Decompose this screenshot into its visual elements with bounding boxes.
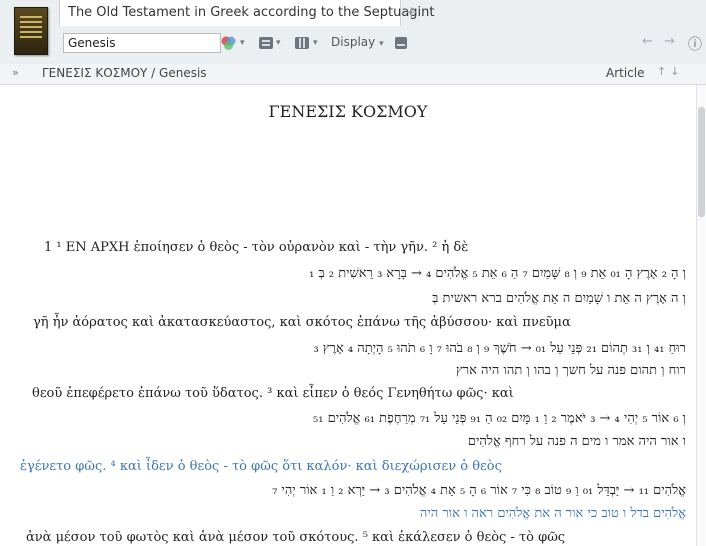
- article-selector[interactable]: Article: [606, 66, 645, 80]
- article-nav-arrows[interactable]: ↑↓: [657, 65, 683, 78]
- title-bar: The Old Testament in Greek according to …: [0, 0, 706, 65]
- page-title: ΓΕΝΕΣΙΣ ΚΟΣΜΟΥ: [268, 102, 428, 121]
- back-arrow-icon[interactable]: ←: [642, 34, 653, 49]
- hebrew-lemma-line-2: רוח וְ תהום פנה על חשך וְ בהו וְ תהו היה…: [455, 363, 686, 378]
- parallel-resources-icon[interactable]: [258, 35, 274, 51]
- hebrew-lemma-line-1: וְ ה אָרֶץ ה אֵת ו שָׁמַיִם ה אֵת אֱלֹהִ…: [432, 291, 686, 306]
- display-label: Display: [331, 35, 376, 49]
- tab-septuagint[interactable]: The Old Testament in Greek according to …: [59, 0, 434, 26]
- greek-line-3: θεοῦ ἐπεφέρετο ἐπάνω τοῦ ὕδατος. ³ καὶ ε…: [32, 386, 514, 401]
- hebrew-line-1: וְ הָ ₂ אָרֶץ הָ ₁₀ אֵת ₉ וְ ₈ שָּׁמַיִם…: [309, 266, 686, 281]
- greek-line-4: ἐγένετο φῶς. ⁴ καὶ ἶδεν ὁ θεὸς - τὸ φῶς …: [20, 459, 502, 474]
- expand-chevron-icon[interactable]: »: [12, 66, 19, 79]
- reference-input[interactable]: Genesis: [63, 33, 221, 53]
- hebrew-line-4: אֱלֹהִים ₁₁ → יַּבְדֵּל ₁₀ וַ ₉ טוֹב ₈ כ…: [272, 483, 686, 498]
- greek-line-1: 1 ¹ ΕΝ ΑΡΧΗ ἐποίησεν ὁ θεὸς - τὸν οὐρανὸ…: [44, 240, 469, 255]
- hebrew-line-3: וְ ₆ אוֹר ₅ יְהִי ₄ → ₃ יֹּאמֶר ₂ וַ ₁ מ…: [313, 411, 686, 426]
- hebrew-lemma-line-4: אֱלֹהִים בדל ו טוב כי אור ה את אֱלֹהִים …: [419, 506, 686, 521]
- visual-filters-icon[interactable]: [220, 35, 238, 51]
- scrollbar-thumb[interactable]: [698, 107, 705, 217]
- display-menu[interactable]: Display ▾: [331, 35, 384, 49]
- book-cover-icon[interactable]: [14, 7, 48, 55]
- chevron-down-icon[interactable]: ▾: [313, 38, 318, 48]
- notes-icon[interactable]: [394, 35, 408, 51]
- add-tab-button[interactable]: +: [405, 3, 418, 21]
- tab-title: The Old Testament in Greek according to …: [68, 5, 435, 20]
- layout-columns-icon[interactable]: [294, 35, 310, 51]
- hebrew-lemma-line-3: ו אור היה אמר ו מים ה פנה על רחף אֱלֹהִי…: [467, 434, 686, 449]
- breadcrumb: » ΓΕΝΕΣΙΣ ΚΟΣΜΟΥ / Genesis Article ↑↓: [0, 64, 706, 85]
- breadcrumb-path[interactable]: ΓΕΝΕΣΙΣ ΚΟΣΜΟΥ / Genesis: [42, 66, 207, 80]
- chevron-down-icon[interactable]: ▾: [276, 38, 281, 48]
- forward-arrow-icon[interactable]: →: [664, 34, 675, 49]
- greek-line-2: γῆ ἦν ἀόρατος καὶ ἀκατασκεύαστος, καὶ σκ…: [33, 315, 571, 330]
- info-icon[interactable]: ⓘ: [688, 34, 702, 54]
- hebrew-line-2: רוּחַ ₁₄ וְ ₁₃ תְהוֹם ₁₂ פְּנֵי עַל ₁₀ →…: [313, 341, 686, 356]
- chevron-down-icon[interactable]: ▾: [240, 38, 245, 48]
- greek-line-5: ἀνὰ μέσον τοῦ φωτὸς καὶ ἀνὰ μέσον τοῦ σκ…: [26, 530, 566, 545]
- scrollbar[interactable]: [696, 85, 706, 546]
